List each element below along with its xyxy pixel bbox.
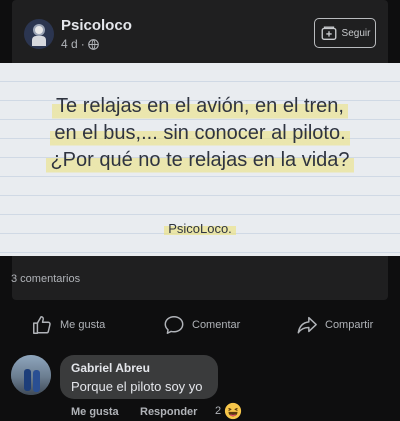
follow-page-icon bbox=[321, 26, 336, 40]
post-time[interactable]: 4 d bbox=[61, 37, 78, 51]
share-button[interactable]: Compartir bbox=[296, 314, 373, 336]
comment-button[interactable]: Comentar bbox=[163, 314, 240, 336]
signature-text: PsicoLoco. bbox=[164, 221, 236, 236]
avatar-person-2 bbox=[33, 370, 40, 392]
quote-line-2: en el bus,... sin conocer al piloto. bbox=[50, 120, 350, 147]
astronaut-body-icon bbox=[32, 36, 46, 46]
follow-label: Seguir bbox=[341, 27, 371, 39]
comment-like-button[interactable]: Me gusta bbox=[71, 406, 119, 418]
post-image[interactable]: Te relajas en el avión, en el tren, en e… bbox=[0, 63, 400, 256]
post-meta: 4 d · bbox=[61, 37, 99, 51]
quote-line-1: Te relajas en el avión, en el tren, bbox=[52, 93, 348, 120]
reaction-count: 2 bbox=[215, 405, 222, 417]
avatar-person-1 bbox=[24, 369, 31, 391]
comment-label: Comentar bbox=[192, 319, 241, 331]
like-button[interactable]: Me gusta bbox=[31, 314, 105, 336]
image-quote: Te relajas en el avión, en el tren, en e… bbox=[0, 93, 400, 174]
comment-reply-button[interactable]: Responder bbox=[140, 406, 197, 418]
comment-reactions[interactable]: 2 bbox=[215, 402, 242, 420]
astronaut-helmet-icon bbox=[33, 24, 45, 36]
thumbs-up-icon bbox=[33, 316, 51, 334]
follow-button[interactable]: Seguir bbox=[314, 18, 376, 48]
comment-author[interactable]: Gabriel Abreu bbox=[71, 361, 207, 375]
avatar-photo-background bbox=[11, 355, 51, 395]
globe-icon bbox=[87, 38, 99, 50]
comment-bubble: Gabriel Abreu Porque el piloto soy yo bbox=[60, 355, 218, 399]
page-name[interactable]: Psicoloco bbox=[61, 17, 132, 34]
page-avatar[interactable] bbox=[24, 19, 54, 49]
image-signature: PsicoLoco. bbox=[0, 221, 400, 236]
commenter-avatar[interactable] bbox=[11, 355, 51, 395]
quote-line-3: ¿Por qué no te relajas en la vida? bbox=[46, 147, 354, 174]
haha-reaction-icon bbox=[225, 402, 242, 420]
post-actions-bar: Me gusta Comentar Compartir bbox=[0, 310, 400, 340]
comments-count[interactable]: 3 comentarios bbox=[11, 273, 80, 285]
comment-bubble-icon bbox=[164, 316, 184, 334]
share-label: Compartir bbox=[325, 319, 374, 331]
comment-text: Porque el piloto soy yo bbox=[71, 379, 203, 394]
like-label: Me gusta bbox=[60, 319, 106, 331]
meta-separator: · bbox=[80, 37, 85, 51]
share-arrow-icon bbox=[297, 316, 317, 334]
